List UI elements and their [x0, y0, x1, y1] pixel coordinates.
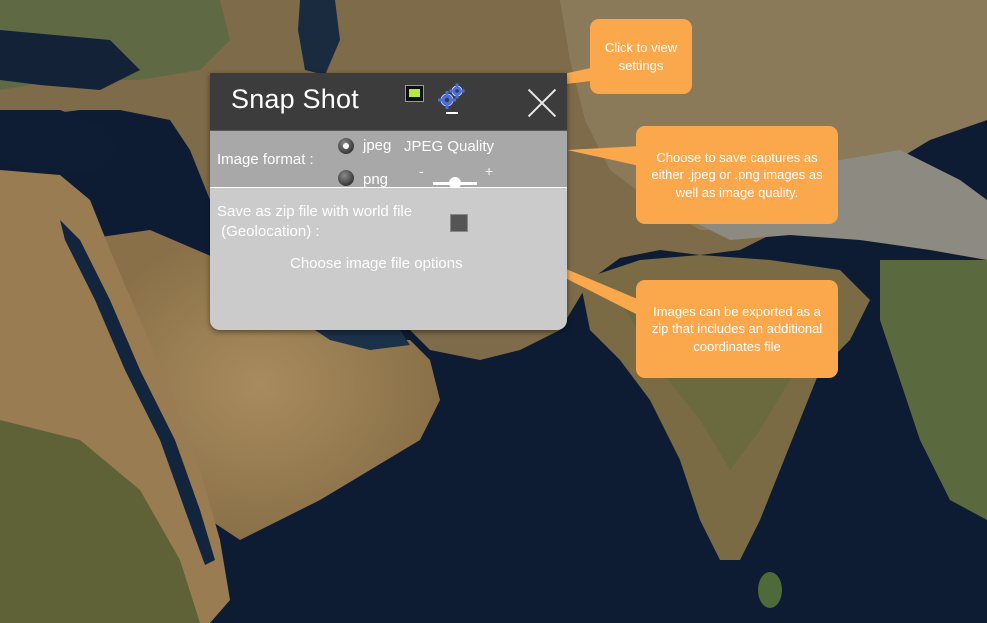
snapshot-panel: Snap Shot Image format: jpeg png JPEG Q… [210, 73, 567, 330]
settings-underline [446, 112, 458, 114]
jpeg-label[interactable]: jpeg [363, 137, 391, 154]
quality-plus: + [485, 163, 494, 179]
panel-title: Snap Shot [231, 84, 359, 114]
panel-titlebar: Snap Shot [210, 73, 567, 130]
zip-option-label-line2: (Geolocation) : [217, 223, 320, 240]
callout-settings: Click to view settings [590, 19, 692, 94]
image-format-row: Image format : jpeg png JPEG Quality - + [210, 130, 567, 189]
quality-minus: - [419, 163, 424, 179]
png-label[interactable]: png [363, 171, 388, 188]
options-hint-text: Choose image file options [290, 255, 463, 272]
png-radio[interactable] [338, 170, 354, 186]
jpeg-radio[interactable] [338, 138, 354, 154]
zip-checkbox[interactable] [450, 214, 468, 232]
close-icon[interactable] [526, 88, 558, 120]
callout-zip-export: Images can be exported as a zip that inc… [636, 280, 838, 378]
image-format-label: Image format : [217, 151, 314, 168]
gear-icon[interactable] [434, 80, 468, 114]
callout-image-format: Choose to save captures as either .jpeg … [636, 126, 838, 224]
jpeg-quality-label: JPEG Quality [404, 138, 495, 155]
zip-option-label-line1: Save as zip file with world file [217, 203, 413, 220]
capture-icon[interactable] [405, 85, 424, 102]
